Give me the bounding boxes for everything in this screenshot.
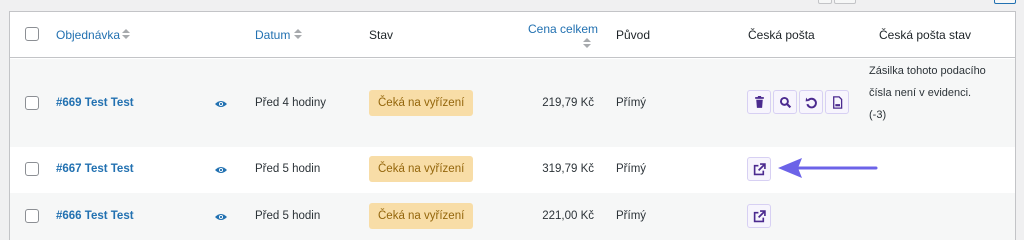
- order-origin: Přímý: [616, 163, 647, 175]
- order-origin: Přímý: [616, 97, 647, 109]
- order-link[interactable]: #667 Test Test: [56, 163, 134, 175]
- refresh-button[interactable]: [799, 90, 823, 114]
- order-link[interactable]: #669 Test Test: [56, 97, 134, 109]
- table-header: Objednávka Datum Stav Cena celkem Původ …: [10, 12, 1015, 58]
- toolbar-button[interactable]: [818, 0, 832, 4]
- table-row[interactable]: #669 Test Test Před 4 hodiny Čeká na vyř…: [10, 59, 1015, 147]
- open-tracking-button[interactable]: [747, 157, 771, 181]
- eye-icon[interactable]: [215, 213, 227, 221]
- column-total-header[interactable]: Cena celkem: [528, 22, 598, 36]
- refresh-icon: [805, 97, 817, 109]
- order-date: Před 5 hodin: [255, 163, 321, 175]
- status-badge: Čeká na vyřízení: [369, 156, 474, 182]
- table-row[interactable]: #666 Test Test Před 5 hodin Čeká na vyří…: [10, 193, 1015, 240]
- external-link-icon: [753, 163, 766, 176]
- sort-icon[interactable]: [294, 29, 302, 41]
- external-link-icon: [753, 210, 766, 223]
- sort-icon[interactable]: [122, 29, 130, 41]
- column-ceska-posta-header: Česká pošta: [748, 28, 815, 42]
- row-checkbox[interactable]: [25, 162, 39, 176]
- status-badge: Čeká na vyřízení: [369, 90, 474, 116]
- column-date-header[interactable]: Datum: [255, 28, 290, 42]
- eye-icon[interactable]: [215, 166, 227, 174]
- ceska-posta-status-text: Zásilka tohoto podacího čísla není v evi…: [869, 65, 986, 121]
- row-checkbox[interactable]: [25, 209, 39, 223]
- delete-button[interactable]: [747, 90, 771, 114]
- toolbar-button[interactable]: [994, 0, 1016, 4]
- order-link[interactable]: #666 Test Test: [56, 210, 134, 222]
- search-icon: [779, 96, 792, 109]
- annotation-arrow-icon: [778, 158, 878, 178]
- document-icon: [833, 96, 843, 109]
- order-total: 221,00 Kč: [542, 210, 594, 222]
- open-tracking-button[interactable]: [747, 204, 771, 228]
- row-checkbox[interactable]: [25, 96, 39, 110]
- label-button[interactable]: [825, 90, 849, 114]
- sort-icon[interactable]: [583, 38, 591, 50]
- toolbar-button[interactable]: [834, 0, 856, 4]
- column-status-header: Stav: [369, 28, 394, 42]
- eye-icon[interactable]: [215, 100, 227, 108]
- order-total: 319,79 Kč: [542, 163, 594, 175]
- order-date: Před 4 hodiny: [255, 97, 326, 109]
- column-origin-header: Původ: [616, 28, 651, 42]
- select-all-checkbox[interactable]: [25, 27, 39, 41]
- track-button[interactable]: [773, 90, 797, 114]
- order-total: 219,79 Kč: [542, 97, 594, 109]
- order-date: Před 5 hodin: [255, 210, 321, 222]
- order-origin: Přímý: [616, 210, 647, 222]
- column-order-header[interactable]: Objednávka: [56, 28, 120, 42]
- orders-table: Objednávka Datum Stav Cena celkem Původ …: [9, 11, 1016, 240]
- status-badge: Čeká na vyřízení: [369, 203, 474, 229]
- trash-icon: [755, 96, 764, 108]
- column-ceska-posta-status-header: Česká pošta stav: [879, 28, 972, 42]
